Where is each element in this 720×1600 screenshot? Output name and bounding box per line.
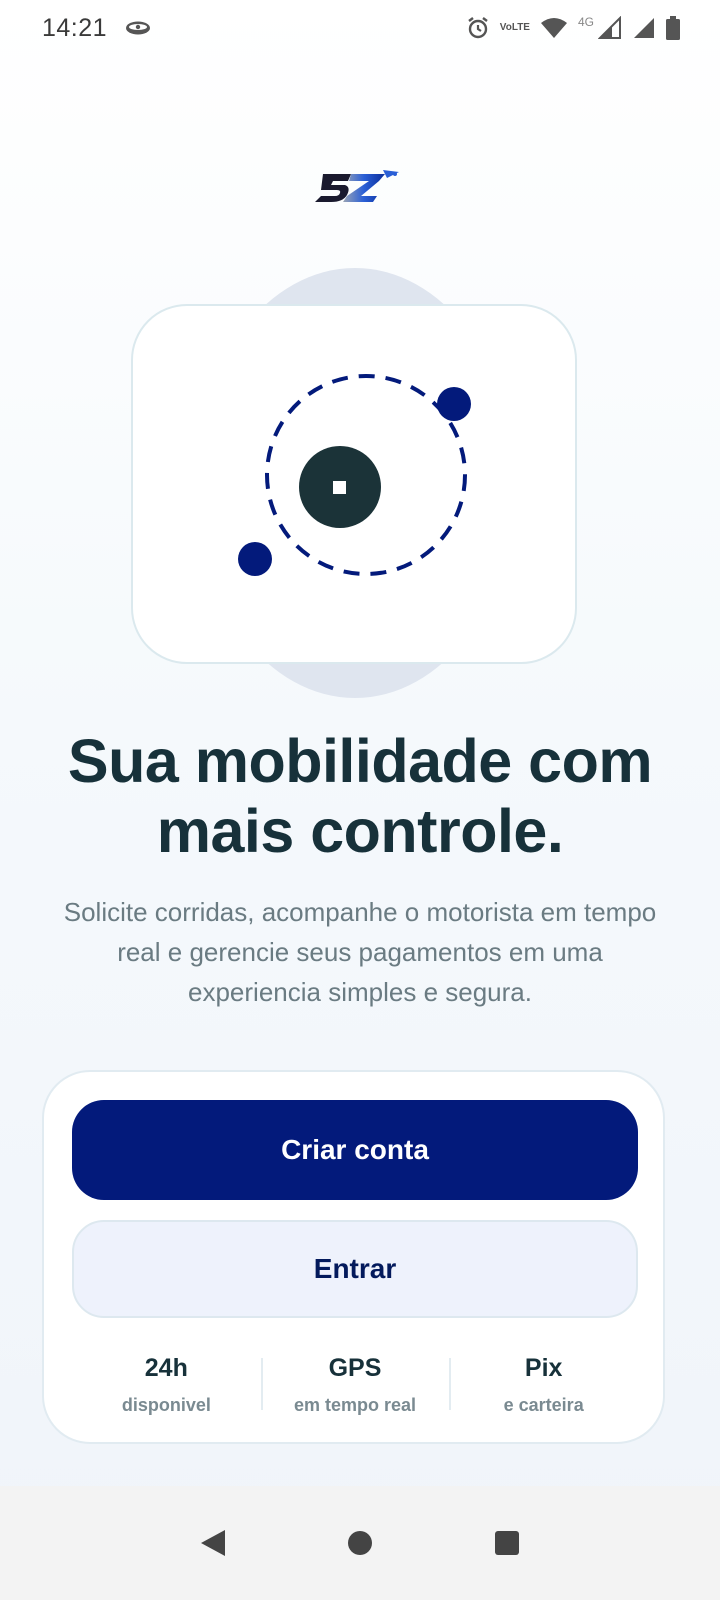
back-icon[interactable] [193,1523,233,1563]
page-subtitle: Solicite corridas, acompanhe o motorista… [63,897,657,1007]
action-card: Criar conta Entrar 24h disponivel GPS em… [42,1070,665,1444]
orbit-dot-bottom [238,542,272,576]
system-nav-bar [0,1486,720,1600]
home-icon[interactable] [340,1523,380,1563]
stat-item: GPS em tempo real [260,1350,450,1420]
page-title: Sua mobilidade com mais controle. [67,727,653,865]
stat-value: Pix [524,1354,563,1382]
orbit-illustration [238,374,471,576]
stat-value: 24h [144,1354,188,1382]
hero-illustration [0,0,720,720]
stat-label: disponivel [121,1395,211,1415]
stat-value: GPS [328,1354,382,1382]
center-square [333,481,346,494]
login-button[interactable]: Entrar [72,1220,638,1318]
stat-label: e carteira [503,1395,584,1415]
feature-stats: 24h disponivel GPS em tempo real Pix e c… [72,1350,638,1420]
stat-label: em tempo real [293,1395,417,1415]
stat-item: Pix e carteira [449,1350,638,1420]
stat-item: 24h disponivel [72,1350,261,1420]
orbit-dot-top [437,387,471,421]
create-account-button[interactable]: Criar conta [72,1100,638,1200]
recents-icon[interactable] [487,1523,527,1563]
